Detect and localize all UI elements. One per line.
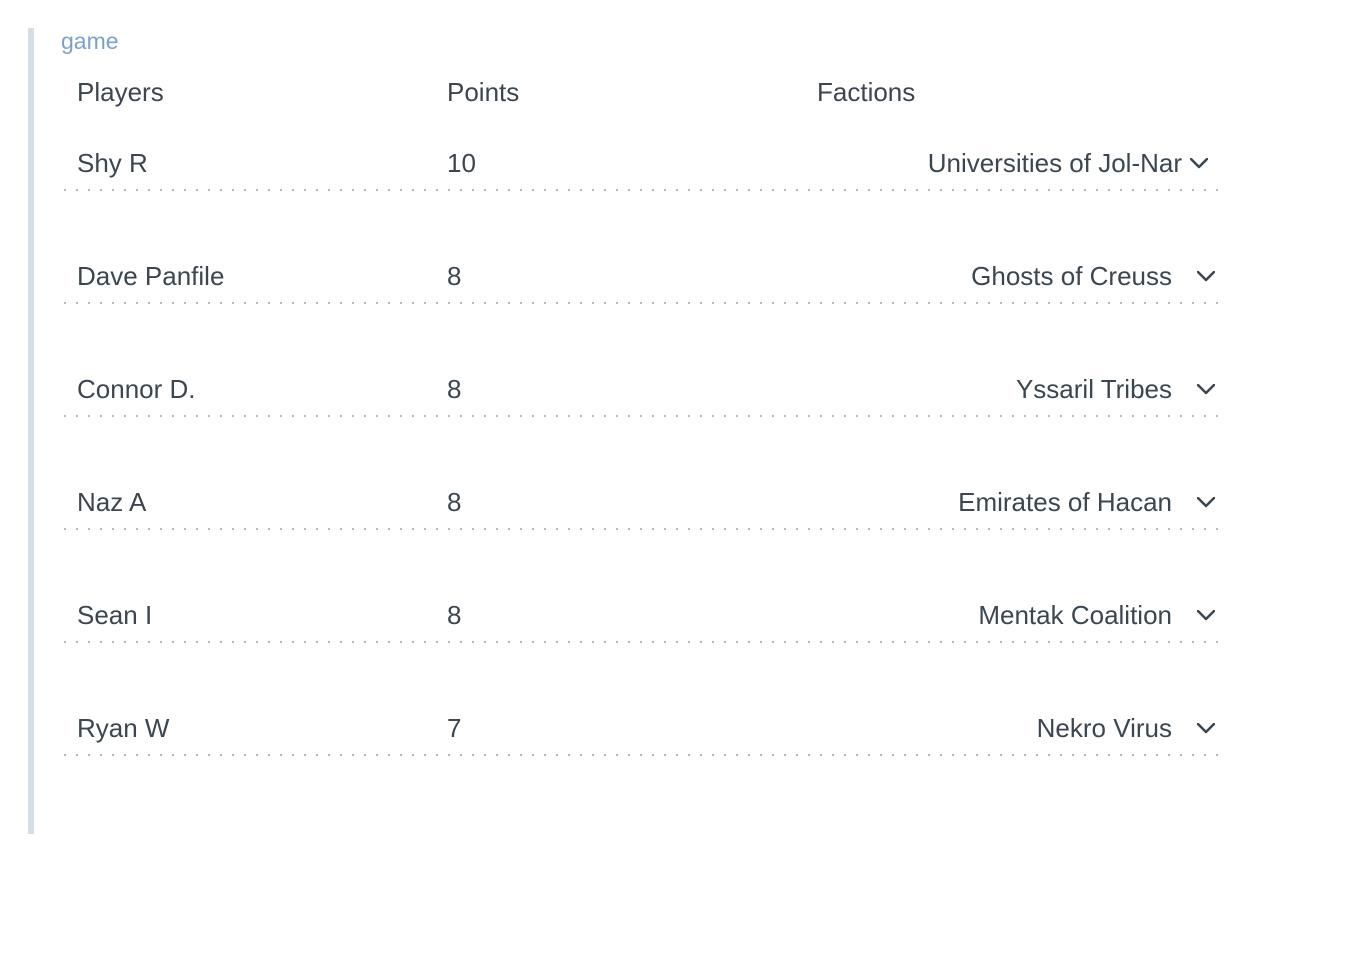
chevron-down-icon bbox=[1197, 494, 1215, 512]
table-row: Shy R 10 Universities of Jol-Nar bbox=[59, 136, 1223, 189]
header-points: Points bbox=[447, 77, 817, 108]
faction-select[interactable]: Emirates of Hacan bbox=[794, 487, 1223, 518]
players-table: Players Points Factions Shy R 10 Univers… bbox=[59, 77, 1223, 834]
player-name: Connor D. bbox=[77, 374, 447, 405]
game-panel: game Players Points Factions Shy R 10 Un… bbox=[28, 28, 1223, 834]
faction-select[interactable]: Universities of Jol-Nar bbox=[794, 148, 1223, 179]
player-name: Ryan W bbox=[77, 713, 447, 744]
player-points: 8 bbox=[447, 374, 794, 405]
chevron-down-icon bbox=[1197, 607, 1215, 625]
table-row: Dave Panfile 8 Ghosts of Creuss bbox=[59, 249, 1223, 302]
faction-value: Universities of Jol-Nar bbox=[794, 148, 1190, 179]
table-row: Connor D. 8 Yssaril Tribes bbox=[59, 362, 1223, 415]
player-name: Sean I bbox=[77, 600, 447, 631]
faction-select[interactable]: Mentak Coalition bbox=[794, 600, 1223, 631]
table-row: Sean I 8 Mentak Coalition bbox=[59, 588, 1223, 641]
faction-select[interactable]: Nekro Virus bbox=[794, 713, 1223, 744]
section-tag: game bbox=[61, 28, 1223, 55]
player-points: 10 bbox=[447, 148, 794, 179]
player-name: Naz A bbox=[77, 487, 447, 518]
table-row: Ryan W 7 Nekro Virus bbox=[59, 701, 1223, 754]
faction-value: Ghosts of Creuss bbox=[794, 261, 1197, 292]
faction-value: Emirates of Hacan bbox=[794, 487, 1197, 518]
faction-select[interactable]: Yssaril Tribes bbox=[794, 374, 1223, 405]
faction-value: Mentak Coalition bbox=[794, 600, 1197, 631]
table-header-row: Players Points Factions bbox=[59, 77, 1223, 136]
header-factions: Factions bbox=[817, 77, 1223, 108]
player-points: 8 bbox=[447, 600, 794, 631]
player-name: Shy R bbox=[77, 148, 447, 179]
chevron-down-icon bbox=[1197, 268, 1215, 286]
chevron-down-icon bbox=[1197, 381, 1215, 399]
chevron-down-icon bbox=[1190, 155, 1208, 173]
player-points: 8 bbox=[447, 487, 794, 518]
player-name: Dave Panfile bbox=[77, 261, 447, 292]
faction-value: Yssaril Tribes bbox=[794, 374, 1197, 405]
table-row: Naz A 8 Emirates of Hacan bbox=[59, 475, 1223, 528]
player-points: 8 bbox=[447, 261, 794, 292]
chevron-down-icon bbox=[1197, 720, 1215, 738]
faction-value: Nekro Virus bbox=[794, 713, 1197, 744]
header-players: Players bbox=[77, 77, 447, 108]
faction-select[interactable]: Ghosts of Creuss bbox=[794, 261, 1223, 292]
player-points: 7 bbox=[447, 713, 794, 744]
